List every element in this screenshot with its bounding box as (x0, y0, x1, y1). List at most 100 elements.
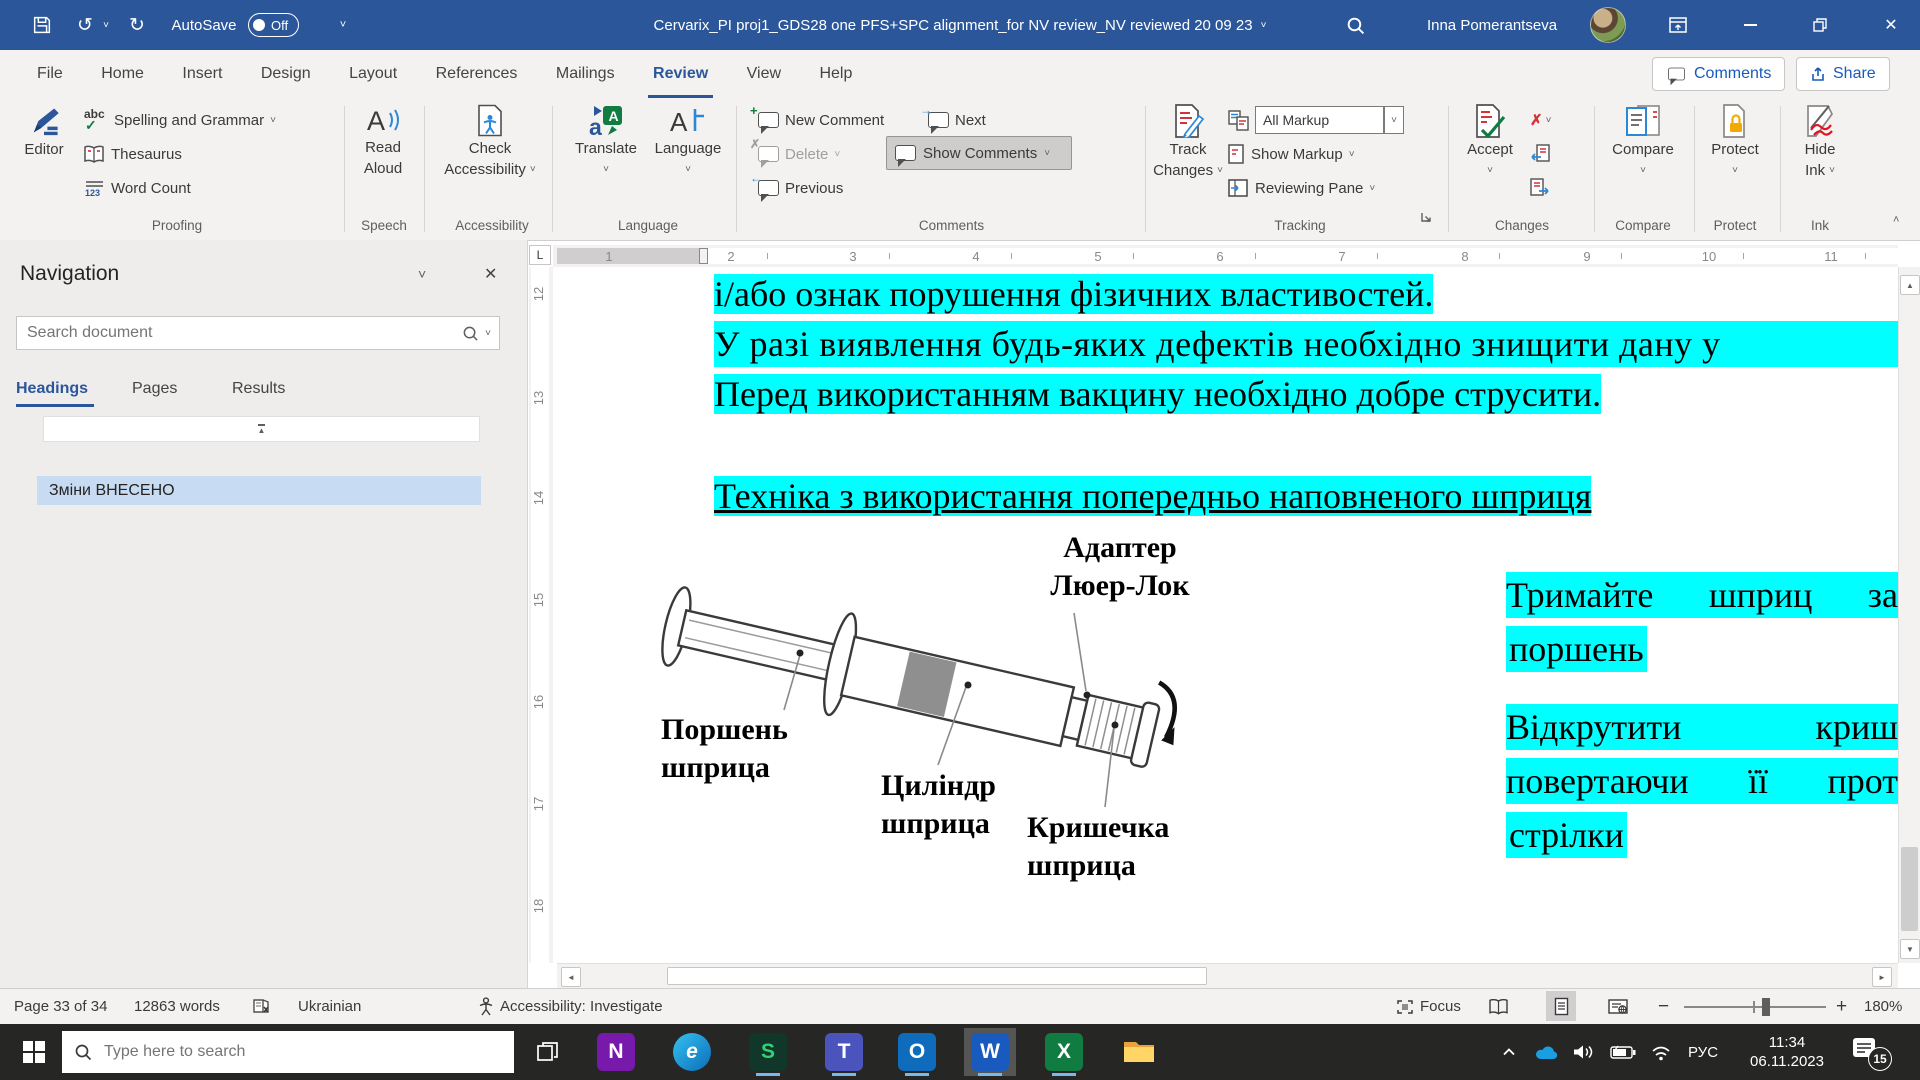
compare-button[interactable]: Compare ˅ (1608, 104, 1678, 180)
taskbar-search-box[interactable] (62, 1031, 514, 1073)
restore-button[interactable] (1798, 0, 1842, 50)
proofing-errors-button[interactable] (252, 989, 271, 1024)
volume-tray-icon[interactable] (1572, 1024, 1594, 1080)
tab-stop-selector[interactable]: L (529, 245, 551, 265)
vertical-ruler[interactable]: 12 13 14 15 16 17 18 (529, 267, 553, 963)
onedrive-tray-icon[interactable] (1534, 1024, 1560, 1080)
page-indicator[interactable]: Page 33 of 34 (14, 989, 107, 1024)
taskbar-word-active[interactable]: W (964, 1028, 1016, 1076)
taskbar-app-s[interactable]: S (742, 1028, 794, 1076)
web-layout-button[interactable] (1608, 989, 1629, 1024)
avatar[interactable] (1588, 0, 1628, 50)
focus-button[interactable]: Focus (1396, 989, 1461, 1024)
tab-insert[interactable]: Insert (165, 50, 239, 98)
tab-design[interactable]: Design (244, 50, 328, 98)
taskbar-teams[interactable]: T (818, 1028, 870, 1076)
horizontal-scroll-thumb[interactable] (667, 967, 1207, 985)
accept-button[interactable]: Accept ˅ (1458, 104, 1522, 180)
vertical-scroll-thumb[interactable] (1901, 847, 1918, 931)
tab-home[interactable]: Home (84, 50, 161, 98)
tab-mailings[interactable]: Mailings (539, 50, 632, 98)
previous-comment-button[interactable]: ← Previous (758, 174, 843, 202)
markup-select[interactable]: All Markup (1255, 106, 1384, 134)
navigation-close-button[interactable]: ✕ (484, 264, 497, 284)
save-button[interactable] (28, 0, 56, 50)
minimize-button[interactable] (1728, 0, 1772, 50)
taskbar-outlook[interactable]: O (891, 1028, 943, 1076)
navigation-search-box[interactable]: ˅ (16, 316, 500, 350)
scroll-up-button[interactable]: ▲ (1900, 275, 1920, 295)
next-comment-button[interactable]: → Next (928, 106, 986, 134)
start-button[interactable] (8, 1028, 60, 1076)
tray-expand-button[interactable] (1502, 1024, 1516, 1080)
markup-select-dropdown[interactable]: ˅ (1384, 106, 1404, 134)
share-button[interactable]: Share (1796, 57, 1890, 91)
word-count-indicator[interactable]: 12863 words (134, 989, 220, 1024)
zoom-slider-handle[interactable] (1762, 998, 1770, 1016)
show-comments-button[interactable]: Show Comments ˅ (886, 136, 1072, 170)
search-dropdown[interactable]: ˅ (479, 328, 499, 339)
accessibility-status[interactable]: Accessibility: Investigate (478, 989, 663, 1024)
thesaurus-button[interactable]: Thesaurus (84, 140, 182, 168)
reject-button[interactable]: ✗ ˅ (1530, 106, 1551, 134)
undo-button[interactable]: ↺ (72, 0, 98, 50)
reviewing-pane-button[interactable]: Reviewing Pane ˅ (1228, 174, 1375, 202)
task-view-button[interactable] (522, 1028, 574, 1076)
quick-access-dropdown[interactable]: ˅ (334, 0, 352, 50)
close-button[interactable]: ✕ (1868, 0, 1914, 50)
autosave-toggle[interactable]: Off (248, 0, 299, 50)
vertical-scrollbar[interactable]: ▲ ▼ (1898, 267, 1920, 963)
nav-collapse-all-button[interactable]: ▲ (43, 416, 480, 442)
document-page[interactable]: і/або ознак порушення фізичних властивос… (557, 267, 1898, 963)
editor-button[interactable]: Editor (14, 104, 74, 159)
previous-change-button[interactable] (1530, 140, 1550, 168)
taskbar-file-explorer[interactable] (1113, 1028, 1165, 1076)
scroll-left-button[interactable]: ◄ (561, 967, 581, 987)
hide-ink-button[interactable]: Hide Ink˅ (1790, 104, 1850, 180)
document-title[interactable]: Cervarix_PI proj1_GDS28 one PFS+SPC alig… (560, 0, 1360, 50)
undo-dropdown[interactable]: ˅ (98, 0, 114, 50)
delete-comment-button[interactable]: ✗ Delete ˅ (758, 140, 840, 168)
tab-review[interactable]: Review (636, 50, 725, 98)
scroll-down-button[interactable]: ▼ (1900, 939, 1920, 959)
search-button[interactable] (1340, 0, 1370, 50)
language-button[interactable]: A Language ˅ (648, 104, 728, 179)
protect-button[interactable]: Protect ˅ (1704, 104, 1766, 180)
user-name[interactable]: Inna Pomerantseva (1412, 0, 1572, 50)
zoom-slider-track[interactable] (1684, 1006, 1826, 1008)
print-layout-button[interactable] (1546, 991, 1576, 1021)
comments-button[interactable]: Comments (1652, 57, 1785, 91)
ribbon-display-options-button[interactable] (1658, 0, 1698, 50)
read-aloud-button[interactable]: A Read Aloud (352, 104, 414, 178)
spelling-grammar-button[interactable]: abc ✓ Spelling and Grammar ˅ (84, 106, 276, 134)
tab-layout[interactable]: Layout (332, 50, 414, 98)
horizontal-scrollbar[interactable]: ◄ ► (557, 963, 1898, 988)
nav-heading-item-selected[interactable]: Зміни ВНЕСЕНО (37, 476, 481, 505)
action-center-button[interactable]: 15 (1852, 1024, 1892, 1080)
search-input[interactable] (17, 324, 462, 342)
language-indicator[interactable]: Ukrainian (298, 989, 361, 1024)
navigation-collapse-button[interactable]: ˅ (418, 266, 426, 282)
read-mode-button[interactable] (1488, 989, 1509, 1024)
track-changes-button[interactable]: Track Changes˅ (1155, 104, 1221, 180)
nav-tab-headings[interactable]: Headings (16, 380, 88, 398)
zoom-level[interactable]: 180% (1864, 989, 1902, 1024)
tab-view[interactable]: View (730, 50, 798, 98)
horizontal-ruler[interactable]: 1 2 3 4 5 6 7 8 9 10 11 (553, 245, 1898, 267)
new-comment-button[interactable]: + New Comment (758, 106, 884, 134)
taskbar-search-input[interactable] (102, 1042, 502, 1062)
nav-tab-pages[interactable]: Pages (132, 380, 177, 398)
tab-help[interactable]: Help (802, 50, 869, 98)
clock-tray[interactable]: 11:34 06.11.2023 (1735, 1024, 1839, 1080)
network-tray-icon[interactable] (1650, 1024, 1672, 1080)
language-tray-indicator[interactable]: РУС (1688, 1024, 1718, 1080)
check-accessibility-button[interactable]: Check Accessibility˅ (436, 104, 544, 179)
next-change-button[interactable] (1530, 174, 1550, 202)
nav-tab-results[interactable]: Results (232, 380, 285, 398)
tab-file[interactable]: File (20, 50, 80, 98)
battery-tray-icon[interactable] (1610, 1024, 1637, 1080)
taskbar-excel[interactable]: X (1038, 1028, 1090, 1076)
indent-marker[interactable] (699, 248, 708, 264)
zoom-in-button[interactable]: + (1836, 989, 1847, 1024)
redo-button[interactable]: ↻ (124, 0, 150, 50)
